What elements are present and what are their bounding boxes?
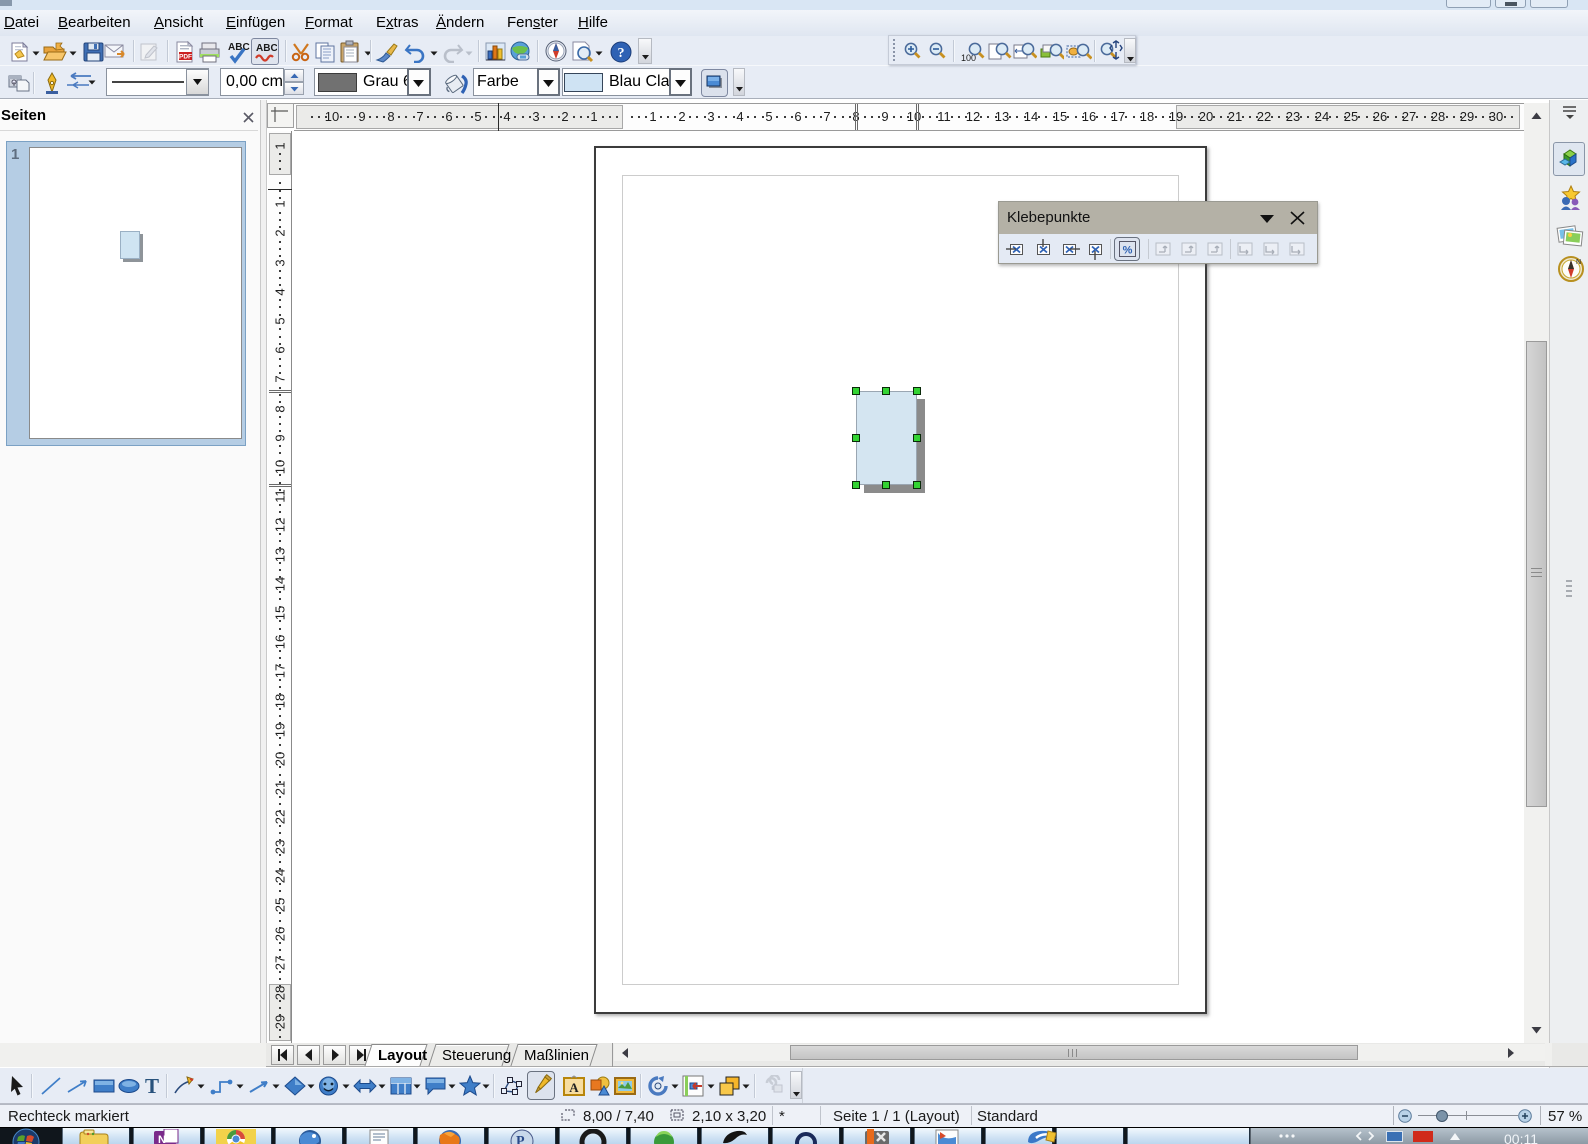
svg-text:A: A <box>569 1080 579 1095</box>
svg-text:N: N <box>1576 259 1581 266</box>
svg-text:%: % <box>1123 245 1133 257</box>
svg-text:ABC: ABC <box>256 43 277 54</box>
svg-text:N: N <box>158 1134 166 1144</box>
svg-text:ABC: ABC <box>228 42 250 53</box>
svg-text:T: T <box>145 1075 159 1097</box>
svg-text:?: ? <box>618 46 625 61</box>
svg-text:PDF: PDF <box>179 54 192 61</box>
svg-text:P: P <box>516 1134 525 1144</box>
